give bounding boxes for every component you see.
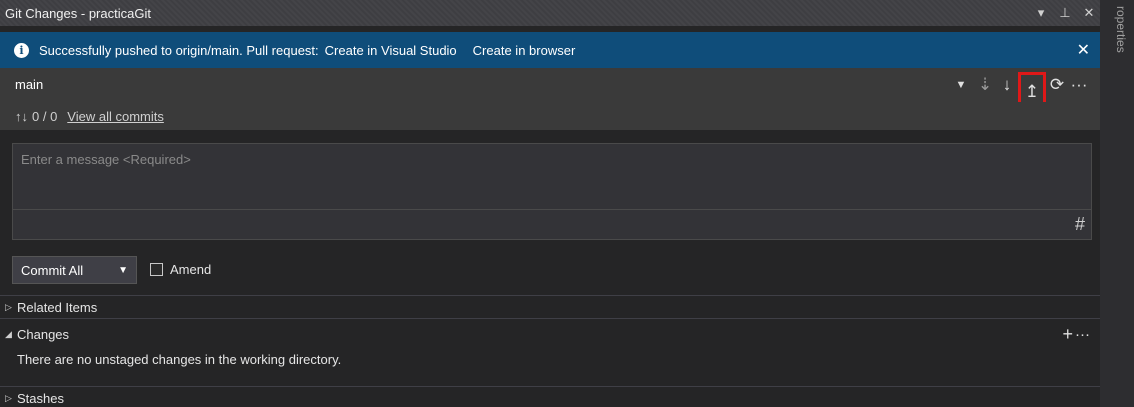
stage-all-icon[interactable]: + bbox=[1062, 324, 1073, 345]
panel-title: Git Changes - practicaGit bbox=[5, 5, 151, 21]
expand-icon: ▷ bbox=[5, 393, 12, 403]
close-icon[interactable]: ✕ bbox=[1082, 5, 1096, 21]
divider bbox=[0, 318, 1100, 319]
commits-row: ↑↓ 0 / 0 View all commits bbox=[0, 102, 1100, 130]
section-label: Related Items bbox=[17, 299, 98, 315]
branch-dropdown-icon[interactable]: ▼ bbox=[948, 79, 974, 91]
app-window: Git Changes - practicaGit ▾ ⊥ ✕ i Succes… bbox=[0, 0, 1134, 407]
chevron-down-icon[interactable]: ▼ bbox=[117, 265, 128, 276]
commit-all-button[interactable]: Commit All ▼ bbox=[12, 256, 137, 284]
pull-icon[interactable]: ↓ bbox=[996, 75, 1018, 95]
info-message: Successfully pushed to origin/main. Pull… bbox=[39, 42, 319, 58]
section-label: Stashes bbox=[17, 391, 64, 406]
branch-row: main ▼ ⇣ ↓ ↥ ⟳ ··· bbox=[0, 68, 1100, 108]
incoming-outgoing-icon: ↑↓ bbox=[15, 108, 28, 124]
amend-checkbox[interactable] bbox=[150, 263, 163, 276]
panel-title-bar: Git Changes - practicaGit ▾ ⊥ ✕ bbox=[0, 0, 1100, 26]
hash-icon[interactable]: # bbox=[1075, 214, 1085, 235]
git-toolbar: ▼ ⇣ ↓ ↥ ⟳ ··· bbox=[948, 72, 1090, 108]
chevron-down-icon[interactable]: ▾ bbox=[1034, 5, 1048, 21]
fetch-icon[interactable]: ⇣ bbox=[974, 75, 996, 95]
info-icon: i bbox=[14, 42, 29, 58]
collapse-icon: ◢ bbox=[5, 328, 12, 339]
commit-counts: 0 / 0 bbox=[32, 108, 58, 124]
view-all-commits-link[interactable]: View all commits bbox=[67, 109, 164, 124]
changes-empty-message: There are no unstaged changes in the wor… bbox=[17, 352, 342, 367]
section-changes[interactable]: ◢ Changes bbox=[0, 325, 1100, 343]
close-icon[interactable]: ✕ bbox=[1077, 40, 1090, 60]
divider bbox=[0, 295, 1100, 296]
properties-tab[interactable]: roperties bbox=[1106, 6, 1128, 86]
expand-icon: ▷ bbox=[5, 301, 12, 312]
git-changes-panel: Git Changes - practicaGit ▾ ⊥ ✕ i Succes… bbox=[0, 0, 1100, 407]
branch-name[interactable]: main bbox=[15, 77, 43, 92]
commit-message-input[interactable] bbox=[13, 144, 1091, 210]
section-label: Changes bbox=[17, 326, 70, 342]
create-in-visual-studio-link[interactable]: Create in Visual Studio bbox=[325, 43, 457, 58]
right-tool-rail: roperties bbox=[1100, 0, 1134, 407]
info-bar: i Successfully pushed to origin/main. Pu… bbox=[0, 32, 1100, 68]
divider bbox=[0, 386, 1100, 387]
changes-actions: + ··· bbox=[1062, 324, 1090, 345]
commit-all-label: Commit All bbox=[21, 262, 84, 278]
sync-icon[interactable]: ⟳ bbox=[1046, 75, 1068, 95]
section-related-items[interactable]: ▷ Related Items bbox=[0, 298, 1100, 316]
more-icon[interactable]: ··· bbox=[1075, 326, 1090, 343]
more-icon[interactable]: ··· bbox=[1068, 75, 1090, 95]
pin-icon[interactable]: ⊥ bbox=[1058, 5, 1072, 21]
create-in-browser-link[interactable]: Create in browser bbox=[473, 43, 576, 58]
amend-checkbox-group[interactable]: Amend bbox=[150, 262, 211, 277]
amend-label: Amend bbox=[170, 262, 212, 277]
section-stashes[interactable]: ▷ Stashes bbox=[0, 390, 1100, 407]
commit-message-box: # bbox=[12, 143, 1092, 240]
title-bar-actions: ▾ ⊥ ✕ bbox=[1034, 0, 1096, 26]
